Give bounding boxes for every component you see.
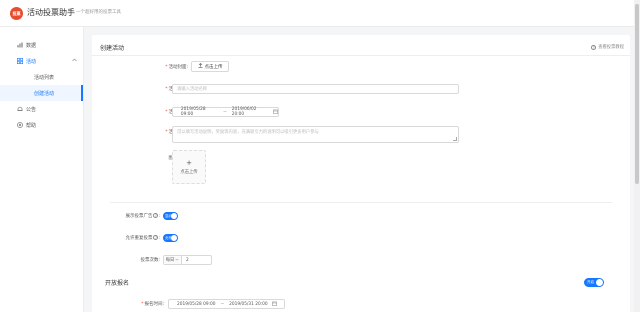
question-icon: ? [591,44,597,50]
sidebar-item-label: 帮助 [26,122,37,129]
calendar-icon [271,301,277,308]
sidebar-item-announcement[interactable]: 公告 [0,101,83,117]
signup-end: 2019/05/31 20:00 [229,301,268,307]
app-logo[interactable]: 投票 [10,7,23,20]
help-icon [17,122,23,128]
chevron-down-icon [175,258,179,263]
help-link-label: 查看投票教程 [598,45,624,50]
upload-button-label: 点击上传 [204,64,223,70]
sidebar-item-activity[interactable]: 活动 [0,53,83,69]
signup-start: 2019/05/28 09:00 [177,301,216,307]
sidebar-item-help[interactable]: 帮助 [0,117,83,133]
bar-chart-icon [17,42,23,48]
toggle-label: 允许 [165,235,172,240]
sidebar-item-label: 活动列表 [34,74,55,81]
divider [92,55,630,56]
signup-time-range[interactable]: 2019/05/28 09:00 ~ 2019/05/31 20:00 [168,299,285,309]
sidebar-item-data[interactable]: 数据 [0,37,83,53]
range-separator: ~ [223,109,227,115]
vote-count-label: 投票次数: [140,258,160,263]
time-end: 2019/06/02 20:00 [231,107,257,117]
activity-name-input[interactable]: 请输入活动名称 [172,84,459,94]
toggle-label: 开启 [587,280,594,284]
app-subtitle: 一个超好用的投票工具 [76,10,121,15]
vote-count-field[interactable]: 每日 2 [163,255,212,265]
sidebar-item-label: 活动 [26,58,37,65]
sidebar: 数据 活动 活动列表 创建活动 公告 帮助 [0,27,84,312]
top-bar: 投票 活动投票助手 一个超好用的投票工具 [0,0,640,27]
info-icon: ? [153,213,159,218]
help-tutorial-link[interactable]: ? 查看投票教程 [591,44,624,50]
repeat-vote-label: 允许重复投票?: [125,235,160,241]
sidebar-item-activity-list[interactable]: 活动列表 [0,69,83,85]
show-ad-toggle[interactable]: 显示 [163,212,178,220]
create-activity-card: 创建活动 ? 查看投票教程 *活动封面: 点击上传 *活动名称: 请输入活动名称… [92,35,630,312]
time-start: 2019/05/28 09:00 [180,107,206,117]
plus-icon: + [186,158,192,167]
repeat-vote-toggle[interactable]: 允许 [163,234,178,242]
sidebar-item-label: 创建活动 [34,90,55,97]
cover-upload-button[interactable]: 点击上传 [191,61,229,72]
sidebar-item-label: 数据 [26,42,37,49]
chevron-up-icon [72,58,77,64]
signup-section-title: 开放报名 [105,280,130,287]
vote-period-select[interactable]: 每日 [164,256,182,264]
upload-icon [198,63,203,70]
image-upload-label: 点击上传 [180,169,198,175]
grid-icon [17,58,24,65]
signup-toggle[interactable]: 开启 [584,278,604,287]
bell-icon [17,106,23,112]
info-icon: ? [153,235,159,240]
range-separator: ~ [220,301,225,307]
page-title: 创建活动 [100,45,125,52]
show-ad-label: 展示投票广告?: [125,213,160,219]
sidebar-item-label: 公告 [26,106,37,113]
section-divider [110,202,612,203]
period-value: 每日 [165,258,175,263]
cover-label: *活动封面: [165,65,188,70]
page-scrollbar[interactable] [634,0,640,312]
activity-desc-textarea[interactable]: 可以填写活动说明，奖励等内容，充满吸引力的说明可以吸引更多用户参与 [172,126,459,143]
signup-time-label: *报名时间: [141,302,164,307]
toggle-label: 显示 [165,213,172,218]
vote-count-value[interactable]: 2 [182,258,189,263]
scrollbar-thumb[interactable] [635,4,639,184]
image-upload-box[interactable]: + 点击上传 [172,150,206,184]
activity-time-range[interactable]: 2019/05/28 09:00 ~ 2019/06/02 20:00 [172,107,279,117]
sidebar-item-create-activity[interactable]: 创建活动 [0,85,83,101]
calendar-icon [273,109,278,116]
app-title: 活动投票助手 [27,8,75,17]
